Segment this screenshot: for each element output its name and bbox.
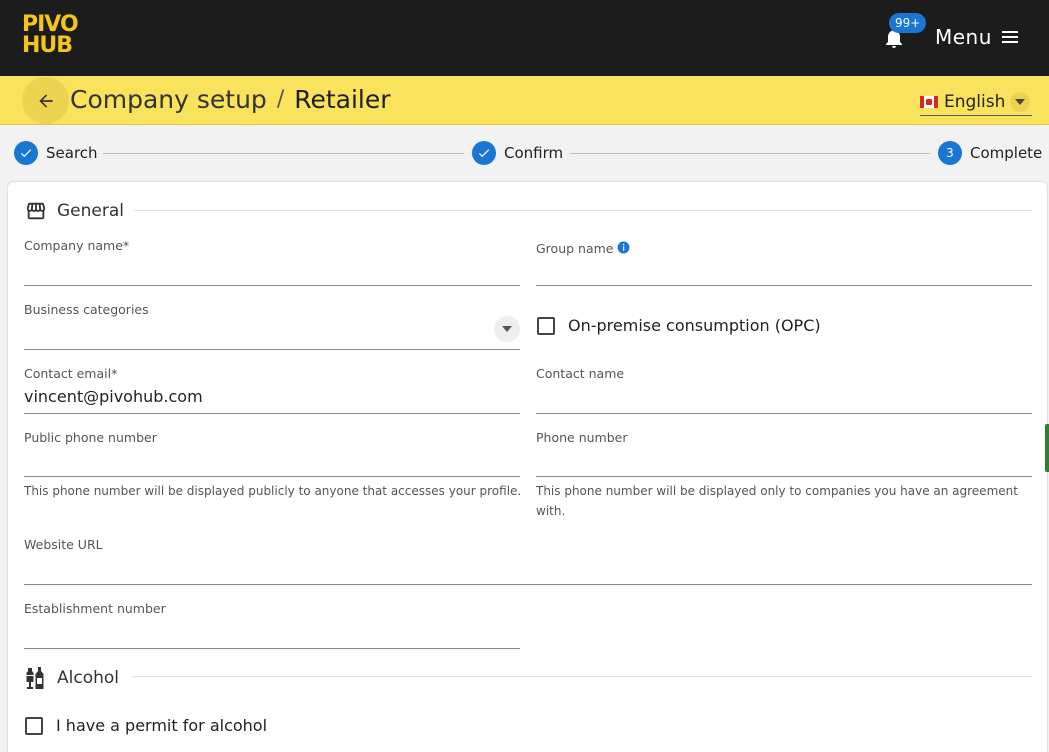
setup-stepper: Search Confirm 3 Complete xyxy=(0,125,1049,182)
chevron-down-icon[interactable] xyxy=(494,316,520,342)
breadcrumb-separator: / xyxy=(276,86,285,112)
step-search[interactable]: Search xyxy=(14,141,98,165)
language-value: English xyxy=(944,91,1006,112)
main-menu-button[interactable]: Menu xyxy=(935,22,1020,52)
step-connector xyxy=(103,153,464,154)
bottles-icon xyxy=(26,667,44,689)
step-label: Complete xyxy=(970,144,1043,162)
business-categories-select[interactable]: Business categories xyxy=(24,302,520,350)
section-general: General xyxy=(25,200,124,222)
contact-email-field[interactable]: Contact email* vincent@pivohub.com xyxy=(24,366,520,414)
section-general-title: General xyxy=(57,201,124,221)
section-alcohol-title: Alcohol xyxy=(57,668,119,688)
company-form-card: General Company name* Group name Busines… xyxy=(7,181,1048,752)
step-label: Confirm xyxy=(504,144,564,162)
website-url-label: Website URL xyxy=(24,537,103,552)
arrow-back-icon xyxy=(38,93,53,108)
contact-name-label: Contact name xyxy=(536,366,625,381)
opc-checkbox-row[interactable]: On-premise consumption (OPC) xyxy=(537,316,821,335)
public-phone-label: Public phone number xyxy=(24,430,157,445)
contact-email-value: vincent@pivohub.com xyxy=(24,387,203,406)
opc-checkbox-label: On-premise consumption (OPC) xyxy=(568,316,821,335)
storefront-icon xyxy=(26,202,46,220)
notifications-badge: 99+ xyxy=(889,13,927,33)
contact-name-field[interactable]: Contact name xyxy=(536,366,1032,414)
group-name-field[interactable]: Group name xyxy=(536,238,1032,286)
step-confirm[interactable]: Confirm xyxy=(472,141,563,165)
step-connector xyxy=(570,153,930,154)
public-phone-field[interactable]: Public phone number xyxy=(24,430,520,477)
alcohol-permit-checkbox[interactable] xyxy=(25,716,43,735)
canada-flag-icon xyxy=(920,95,938,108)
breadcrumb: Company setup / Retailer xyxy=(70,82,391,116)
contact-email-label: Contact email* xyxy=(24,366,118,381)
alcohol-permit-checkbox-row[interactable]: I have a permit for alcohol xyxy=(25,716,267,735)
phone-field[interactable]: Phone number xyxy=(536,430,1032,477)
establishment-number-field[interactable]: Establishment number xyxy=(24,601,520,649)
check-icon xyxy=(14,141,38,165)
group-name-label: Group name xyxy=(536,241,630,256)
establishment-number-label: Establishment number xyxy=(24,601,166,616)
opc-checkbox[interactable] xyxy=(537,316,555,335)
chevron-down-icon xyxy=(1010,92,1030,112)
step-label: Search xyxy=(46,144,98,162)
phone-hint: This phone number will be displayed only… xyxy=(536,484,1018,518)
step-number: 3 xyxy=(938,141,962,165)
phone-label: Phone number xyxy=(536,430,628,445)
check-icon xyxy=(472,141,496,165)
alcohol-permit-label: I have a permit for alcohol xyxy=(56,716,268,735)
breadcrumb-current: Retailer xyxy=(294,84,391,114)
step-complete[interactable]: 3 Complete xyxy=(938,141,1042,165)
hamburger-icon xyxy=(1001,31,1018,43)
back-button[interactable] xyxy=(22,77,69,124)
breadcrumb-parent[interactable]: Company setup xyxy=(70,85,267,114)
company-name-field[interactable]: Company name* xyxy=(24,238,520,286)
side-feedback-tab[interactable] xyxy=(1045,424,1049,472)
menu-label: Menu xyxy=(935,25,992,49)
page-header: Company setup / Retailer English xyxy=(0,76,1049,125)
info-icon[interactable] xyxy=(617,241,630,254)
public-phone-hint: This phone number will be displayed publ… xyxy=(24,484,522,498)
pivohub-logo[interactable]: PIVO HUB xyxy=(22,14,79,58)
language-select[interactable]: English xyxy=(920,88,1032,116)
company-name-label: Company name* xyxy=(24,238,130,253)
section-divider xyxy=(132,676,1032,677)
top-app-bar: PIVO HUB 99+ Menu xyxy=(0,0,1049,76)
section-divider xyxy=(134,210,1032,211)
section-alcohol: Alcohol xyxy=(25,666,119,690)
business-categories-label: Business categories xyxy=(24,302,149,317)
website-url-field[interactable]: Website URL xyxy=(24,537,1032,585)
logo-line-2: HUB xyxy=(22,33,73,58)
